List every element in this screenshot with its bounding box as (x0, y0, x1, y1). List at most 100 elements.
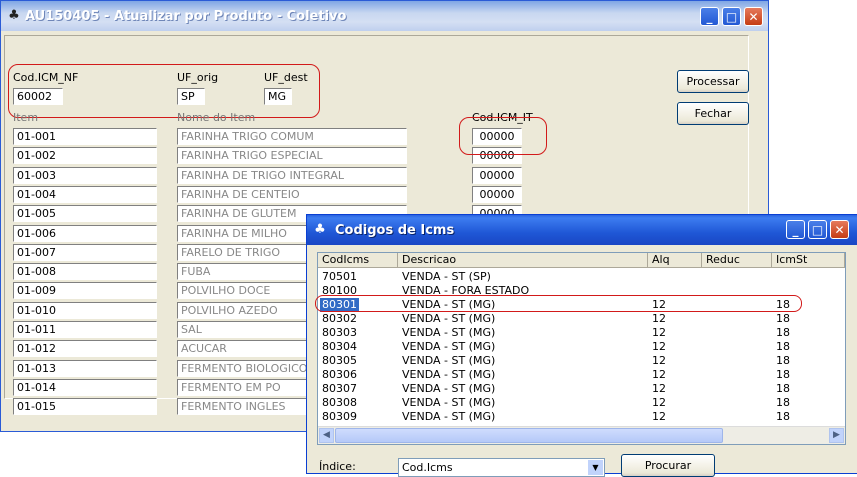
app-icon: ♣ (8, 8, 20, 23)
row-codicms: 80309 (322, 410, 357, 423)
item-code-field[interactable]: 01-007 (13, 244, 157, 261)
header-reduc[interactable]: Reduc (702, 253, 772, 268)
processar-label: Processar (686, 75, 740, 88)
row-descricao: VENDA - ST (MG) (402, 410, 496, 423)
indice-label: Índice: (319, 460, 356, 473)
main-window-title: AU150405 - Atualizar por Produto - Colet… (25, 9, 347, 24)
icms-row[interactable]: 80308 VENDA - ST (MG) 12 18 (318, 396, 845, 410)
scroll-left-icon[interactable]: ◀ (319, 428, 334, 443)
row-descricao: VENDA - ST (MG) (402, 340, 496, 353)
item-name-field: FARINHA DE TRIGO INTEGRAL (177, 167, 407, 184)
row-descricao: VENDA - ST (MG) (402, 354, 496, 367)
minimize-button[interactable]: _ (700, 7, 719, 26)
icms-list[interactable]: CodIcms Descricao Alq Reduc IcmSt 70501 V… (317, 252, 846, 445)
row-alq: 12 (652, 396, 666, 409)
item-code-field[interactable]: 01-005 (13, 205, 157, 222)
row-alq: 12 (652, 368, 666, 381)
row-descricao: VENDA - ST (MG) (402, 382, 496, 395)
dialog-titlebar[interactable]: ♣ Codigos de Icms _ □ ✕ (307, 215, 857, 245)
indice-select[interactable]: Cod.Icms ▼ (398, 458, 605, 477)
row-descricao: VENDA - ST (MG) (402, 396, 496, 409)
cod-icm-it-field[interactable]: 00000 (472, 167, 522, 184)
row-alq: 12 (652, 410, 666, 423)
item-code-field[interactable]: 01-015 (13, 398, 157, 415)
cod-icm-it-field[interactable]: 00000 (472, 186, 522, 203)
item-code-field[interactable]: 01-014 (13, 379, 157, 396)
item-code-field[interactable]: 01-004 (13, 186, 157, 203)
icms-row[interactable]: 80306 VENDA - ST (MG) 12 18 (318, 368, 845, 382)
header-descricao[interactable]: Descricao (398, 253, 648, 268)
row-descricao: VENDA - ST (MG) (402, 326, 496, 339)
item-code-field[interactable]: 01-013 (13, 360, 157, 377)
fechar-button[interactable]: Fechar (677, 102, 749, 125)
row-descricao: VENDA - ST (SP) (402, 270, 491, 283)
row-alq: 12 (652, 326, 666, 339)
item-code-field[interactable]: 01-012 (13, 340, 157, 357)
item-code-field[interactable]: 01-002 (13, 147, 157, 164)
column-nome-label: Nome do Item (177, 111, 256, 124)
item-code-field[interactable]: 01-009 (13, 282, 157, 299)
row-descricao: VENDA - ST (MG) (402, 368, 496, 381)
item-code-field[interactable]: 01-003 (13, 167, 157, 184)
row-icmst: 18 (776, 410, 790, 423)
dialog-app-icon: ♣ (314, 222, 326, 237)
row-icmst: 18 (776, 396, 790, 409)
row-icmst: 18 (776, 368, 790, 381)
row-codicms: 80302 (322, 312, 357, 325)
row-alq: 12 (652, 354, 666, 367)
dialog-close-button[interactable]: ✕ (830, 220, 849, 239)
dialog-maximize-button[interactable]: □ (808, 220, 827, 239)
header-codicms[interactable]: CodIcms (318, 253, 398, 268)
dialog-minimize-button[interactable]: _ (786, 220, 805, 239)
item-code-field[interactable]: 01-006 (13, 225, 157, 242)
row-codicms: 80305 (322, 354, 357, 367)
highlight-cod-icm-it-annotation (459, 117, 547, 155)
icms-row[interactable]: 80305 VENDA - ST (MG) 12 18 (318, 354, 845, 368)
procurar-label: Procurar (644, 459, 692, 472)
main-titlebar[interactable]: ♣ AU150405 - Atualizar por Produto - Col… (1, 1, 768, 31)
procurar-button[interactable]: Procurar (621, 454, 715, 477)
dialog-title: Codigos de Icms (335, 223, 455, 238)
row-codicms: 80308 (322, 396, 357, 409)
highlight-header-annotation (8, 64, 320, 118)
row-alq: 12 (652, 382, 666, 395)
fechar-label: Fechar (694, 107, 732, 120)
item-name-field: FARINHA TRIGO ESPECIAL (177, 147, 407, 164)
row-descricao: VENDA - ST (MG) (402, 312, 496, 325)
row-codicms: 80303 (322, 326, 357, 339)
row-codicms: 70501 (322, 270, 357, 283)
chevron-down-icon[interactable]: ▼ (588, 460, 603, 475)
column-item-label: Item (13, 111, 39, 124)
icms-dialog: ♣ Codigos de Icms _ □ ✕ CodIcms Descrica… (306, 214, 857, 477)
item-code-field[interactable]: 01-008 (13, 263, 157, 280)
row-icmst: 18 (776, 354, 790, 367)
scroll-thumb[interactable] (335, 428, 723, 443)
row-icmst: 18 (776, 326, 790, 339)
row-alq: 12 (652, 312, 666, 325)
icms-row[interactable]: 70501 VENDA - ST (SP) (318, 270, 845, 284)
icms-row[interactable]: 80303 VENDA - ST (MG) 12 18 (318, 326, 845, 340)
header-alq[interactable]: Alq (648, 253, 702, 268)
row-alq: 12 (652, 340, 666, 353)
row-codicms: 80306 (322, 368, 357, 381)
item-code-field[interactable]: 01-001 (13, 128, 157, 145)
row-icmst: 18 (776, 340, 790, 353)
icms-row[interactable]: 80302 VENDA - ST (MG) 12 18 (318, 312, 845, 326)
header-icmst[interactable]: IcmSt (772, 253, 845, 268)
row-codicms: 80304 (322, 340, 357, 353)
maximize-button[interactable]: □ (722, 7, 741, 26)
horizontal-scrollbar[interactable]: ◀ ▶ (318, 426, 845, 444)
close-button[interactable]: ✕ (744, 7, 763, 26)
row-codicms: 80307 (322, 382, 357, 395)
item-name-field: FARINHA DE CENTEIO (177, 186, 407, 203)
indice-select-value: Cod.Icms (402, 461, 453, 474)
icms-row[interactable]: 80304 VENDA - ST (MG) 12 18 (318, 340, 845, 354)
icms-row[interactable]: 80309 VENDA - ST (MG) 12 18 (318, 410, 845, 424)
item-code-field[interactable]: 01-011 (13, 321, 157, 338)
icms-row[interactable]: 80307 VENDA - ST (MG) 12 18 (318, 382, 845, 396)
processar-button[interactable]: Processar (677, 70, 749, 93)
item-code-field[interactable]: 01-010 (13, 302, 157, 319)
scroll-right-icon[interactable]: ▶ (829, 428, 844, 443)
row-icmst: 18 (776, 312, 790, 325)
highlight-selected-row-annotation (315, 295, 802, 312)
